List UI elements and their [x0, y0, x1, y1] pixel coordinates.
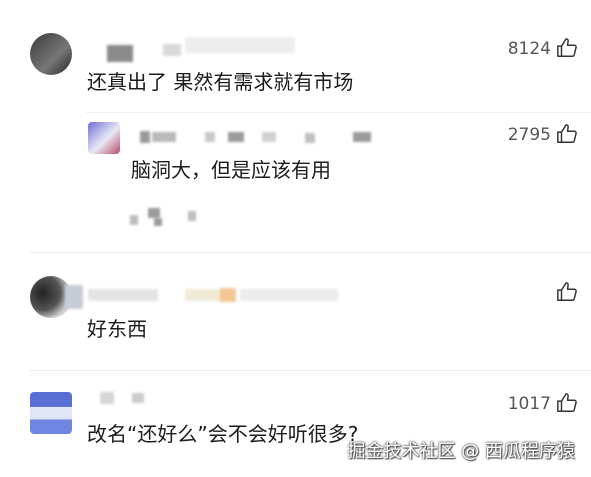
thumbs-up-icon[interactable] [556, 123, 578, 145]
avatar[interactable] [30, 392, 72, 434]
comment-text: 改名“还好么”会不会好听很多? [87, 422, 359, 446]
thumbs-up-icon[interactable] [556, 392, 578, 414]
divider [86, 112, 591, 113]
comment-text: 好东西 [87, 317, 147, 341]
reply-text: 脑洞大，但是应该有用 [131, 158, 331, 182]
divider [30, 370, 591, 371]
comment-item: 好东西 [0, 252, 591, 370]
like-count: 1017 [507, 394, 551, 414]
thumbs-up-icon[interactable] [556, 37, 578, 59]
reply-item: 2795 脑洞大，但是应该有用 [0, 112, 591, 252]
avatar[interactable] [30, 33, 72, 75]
like-count: 8124 [507, 39, 551, 59]
avatar[interactable] [88, 122, 120, 154]
like-count: 2795 [507, 125, 551, 145]
thumbs-up-icon[interactable] [556, 281, 578, 303]
comment-text: 还真出了 果然有需求就有市场 [87, 70, 354, 94]
comment-item: 8124 还真出了 果然有需求就有市场 [0, 0, 591, 112]
watermark: 掘金技术社区 @ 西瓜程序猿 [347, 441, 575, 462]
divider [30, 252, 591, 253]
